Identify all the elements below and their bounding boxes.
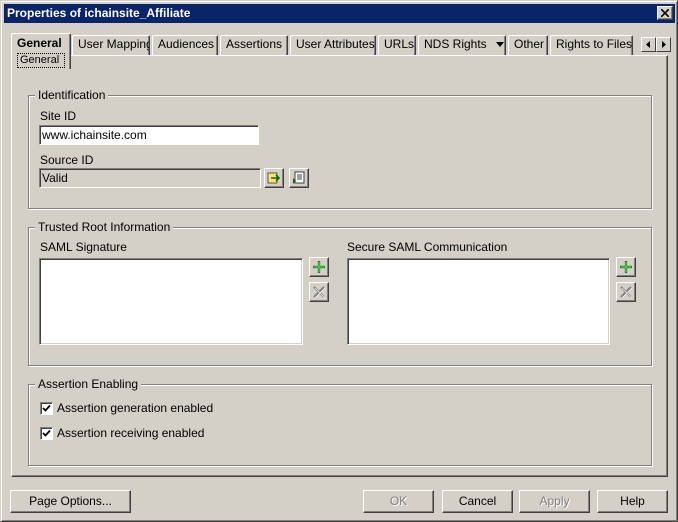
remove-secure-saml-button[interactable] (616, 282, 636, 302)
window-title: Properties of ichainsite_Affiliate (7, 6, 191, 20)
tab-label: User Mapping (78, 37, 150, 51)
site-id-label: Site ID (40, 109, 77, 123)
plus-icon (313, 261, 325, 273)
properties-dialog: Properties of ichainsite_Affiliate Gener… (0, 0, 678, 522)
apply-button[interactable]: Apply (519, 490, 590, 513)
saml-signature-list[interactable] (39, 258, 303, 345)
tab-urls[interactable]: URLs (378, 35, 416, 55)
tab-label: Audiences (158, 37, 215, 51)
identification-group: Identification (28, 88, 652, 209)
page-options-button[interactable]: Page Options... (10, 490, 131, 513)
assertion-generation-label: Assertion generation enabled (57, 401, 214, 415)
tab-audiences[interactable]: Audiences (152, 35, 218, 55)
checkbox-box[interactable] (40, 402, 53, 415)
arrow-left-icon (646, 41, 650, 48)
browse-object-icon (267, 172, 281, 184)
check-icon (42, 429, 51, 437)
tab-assertions[interactable]: Assertions (220, 35, 288, 55)
site-id-input[interactable]: www.ichainsite.com (39, 125, 259, 145)
trusted-root-legend: Trusted Root Information (35, 220, 174, 234)
checkbox-box[interactable] (40, 427, 53, 440)
tab-rights-to-files[interactable]: Rights to Files a (550, 35, 633, 55)
tab-label: URLs (384, 37, 415, 51)
tab-label: Other (514, 37, 545, 51)
secure-saml-label: Secure SAML Communication (347, 240, 508, 254)
tab-label: User Attributes (296, 37, 375, 51)
help-button[interactable]: Help (597, 490, 668, 513)
assertion-enabling-group: Assertion Enabling (28, 377, 652, 466)
source-id-label: Source ID (40, 153, 94, 167)
tab-scroll-right-button[interactable] (656, 37, 671, 52)
tab-label: Assertions (226, 37, 283, 51)
plus-icon (620, 261, 632, 273)
tab-label: Rights to Files a (556, 37, 633, 51)
browse-source-id-button[interactable] (264, 168, 284, 188)
tab-strip: General General User Mapping Audiences A… (11, 33, 671, 69)
check-icon (42, 404, 51, 412)
source-id-history-button[interactable] (289, 168, 309, 188)
title-bar[interactable]: Properties of ichainsite_Affiliate (4, 4, 675, 23)
tab-user-attributes[interactable]: User Attributes (290, 35, 376, 55)
secure-saml-list[interactable] (347, 258, 610, 345)
assertion-generation-checkbox[interactable]: Assertion generation enabled (40, 401, 240, 417)
saml-signature-label: SAML Signature (40, 240, 127, 254)
tab-label: General (17, 36, 62, 50)
assertion-receiving-checkbox[interactable]: Assertion receiving enabled (40, 426, 240, 442)
tab-general-subpage[interactable]: General (17, 53, 65, 68)
delete-icon (313, 286, 326, 299)
cancel-button[interactable]: Cancel (442, 490, 513, 513)
arrow-right-icon (662, 41, 666, 48)
tab-nds-rights[interactable]: NDS Rights (418, 35, 506, 55)
tab-label: NDS Rights (424, 37, 487, 51)
remove-saml-signature-button[interactable] (309, 282, 329, 302)
add-secure-saml-button[interactable] (616, 257, 636, 277)
history-icon (293, 171, 305, 184)
ok-button[interactable]: OK (363, 490, 434, 513)
add-saml-signature-button[interactable] (309, 257, 329, 277)
identification-legend: Identification (35, 88, 109, 102)
close-button[interactable] (657, 6, 673, 20)
tab-user-mapping[interactable]: User Mapping (72, 35, 150, 55)
dropdown-arrow-icon (496, 42, 505, 48)
delete-icon (620, 286, 633, 299)
tab-scroll-left-button[interactable] (641, 37, 656, 52)
close-icon (661, 9, 669, 17)
source-id-field: Valid (39, 168, 261, 188)
tab-general[interactable]: General General (11, 33, 71, 69)
assertion-enabling-legend: Assertion Enabling (35, 377, 142, 391)
tab-other[interactable]: Other (508, 35, 548, 55)
assertion-receiving-label: Assertion receiving enabled (57, 426, 205, 440)
